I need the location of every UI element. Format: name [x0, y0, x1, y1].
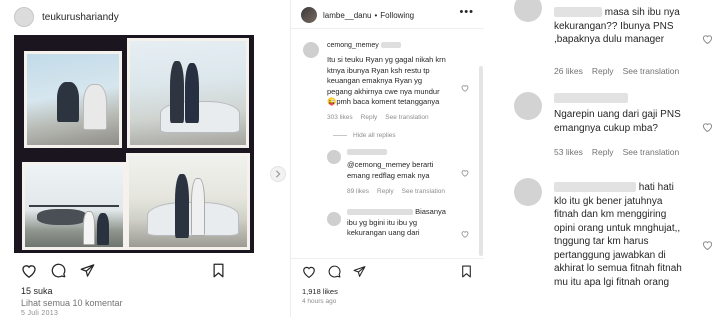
following-button[interactable]: Following: [380, 11, 414, 20]
blurred-username: [347, 149, 387, 156]
thread-username[interactable]: lambe__danu: [323, 11, 371, 20]
comment-body: Ngarepin uang dari gaji PNS emangnya cuk…: [554, 109, 681, 134]
heart-icon[interactable]: [702, 119, 713, 137]
comment-body: Itu si teuku Ryan yg gagal nikah krn ktn…: [327, 55, 446, 106]
comment-icon[interactable]: [51, 263, 66, 283]
comment-meta: 26 likes Reply See translation: [554, 66, 679, 76]
see-translation-link[interactable]: See translation: [623, 147, 680, 157]
heart-icon[interactable]: [302, 265, 316, 283]
heart-icon[interactable]: [702, 31, 713, 49]
heart-icon[interactable]: [461, 79, 469, 97]
blurred-username: [347, 209, 413, 216]
post-header: teukurushariandy: [14, 6, 119, 28]
comment-likes[interactable]: 53 likes: [554, 147, 583, 157]
thread-likes[interactable]: 1,918 likes: [302, 287, 338, 296]
avatar[interactable]: [14, 7, 34, 27]
comment-username[interactable]: cemong_memey: [327, 40, 401, 52]
instagram-post-panel: teukurushariandy 15 suka Lihat semua 10 …: [0, 0, 265, 317]
comment-likes[interactable]: 303 likes: [327, 114, 353, 121]
comments-thread-panel: lambe__danu • Following ••• cemong_memey…: [290, 0, 484, 317]
bookmark-icon[interactable]: [212, 263, 225, 283]
photo-frame: [126, 153, 250, 250]
avatar[interactable]: [514, 92, 542, 120]
see-translation-link[interactable]: See translation: [385, 114, 428, 121]
reply-body: Biasanya ibu yg bgini itu ibu yg kekuran…: [347, 207, 446, 237]
heart-icon[interactable]: [461, 164, 469, 182]
post-actions: [21, 263, 95, 283]
post-username[interactable]: teukurushariandy: [42, 12, 119, 23]
reply-button[interactable]: Reply: [377, 188, 394, 195]
blurred-username: [554, 93, 628, 104]
post-photo[interactable]: [14, 35, 254, 253]
avatar[interactable]: [514, 0, 542, 22]
username[interactable]: cemong_memey: [327, 42, 379, 49]
next-button[interactable]: [270, 166, 286, 182]
see-translation-link[interactable]: See translation: [402, 188, 445, 195]
reply-body: @cemong_memey berarti emang redflag emak…: [347, 160, 434, 180]
bookmark-icon[interactable]: [461, 265, 472, 283]
thread-header: lambe__danu • Following: [301, 7, 414, 23]
heart-icon[interactable]: [702, 237, 713, 255]
thread-timestamp: 4 hours ago: [302, 298, 337, 305]
avatar[interactable]: [327, 212, 341, 226]
comment-likes[interactable]: 26 likes: [554, 66, 583, 76]
reply-button[interactable]: Reply: [592, 147, 614, 157]
comment-meta: 303 likes Reply See translation: [327, 114, 429, 121]
comment-body: masa sih ibu nya kekurangan?? Ibunya PNS…: [554, 7, 680, 45]
divider: [291, 28, 484, 29]
avatar[interactable]: [514, 178, 542, 206]
see-translation-link[interactable]: See translation: [623, 66, 680, 76]
comment-meta: 53 likes Reply See translation: [554, 147, 679, 157]
reply-button[interactable]: Reply: [361, 114, 378, 121]
reply-button[interactable]: Reply: [592, 66, 614, 76]
heart-icon[interactable]: [21, 263, 37, 283]
comment-likes[interactable]: 89 likes: [347, 188, 369, 195]
view-all-comments-link[interactable]: Lihat semua 10 komentar: [21, 298, 123, 308]
zoomed-comments-panel: masa sih ibu nya kekurangan?? Ibunya PNS…: [488, 0, 720, 317]
chevron-right-icon: [275, 165, 281, 183]
comment-icon[interactable]: [328, 265, 341, 283]
heart-icon[interactable]: [461, 225, 469, 243]
avatar[interactable]: [303, 42, 319, 58]
blurred-username: [554, 7, 602, 18]
reply-meta: 89 likes Reply See translation: [347, 188, 445, 195]
avatar[interactable]: [327, 150, 341, 164]
photo-frame: [127, 38, 249, 148]
thread-actions: [302, 265, 366, 283]
more-icon[interactable]: •••: [459, 6, 474, 18]
share-icon[interactable]: [80, 263, 95, 283]
scrollbar[interactable]: [479, 66, 483, 256]
hide-replies-button[interactable]: Hide all replies: [333, 132, 396, 139]
post-date: 5 Juli 2013: [21, 310, 59, 317]
avatar[interactable]: [301, 7, 317, 23]
photo-frame: [24, 51, 122, 148]
post-likes[interactable]: 15 suka: [21, 286, 53, 296]
separator: •: [374, 10, 378, 20]
share-icon[interactable]: [353, 265, 366, 283]
photo-frame: [22, 162, 126, 250]
comment-body: hati hati klo itu gk bener jatuhnya fitn…: [554, 182, 682, 288]
blurred-username: [554, 182, 636, 193]
